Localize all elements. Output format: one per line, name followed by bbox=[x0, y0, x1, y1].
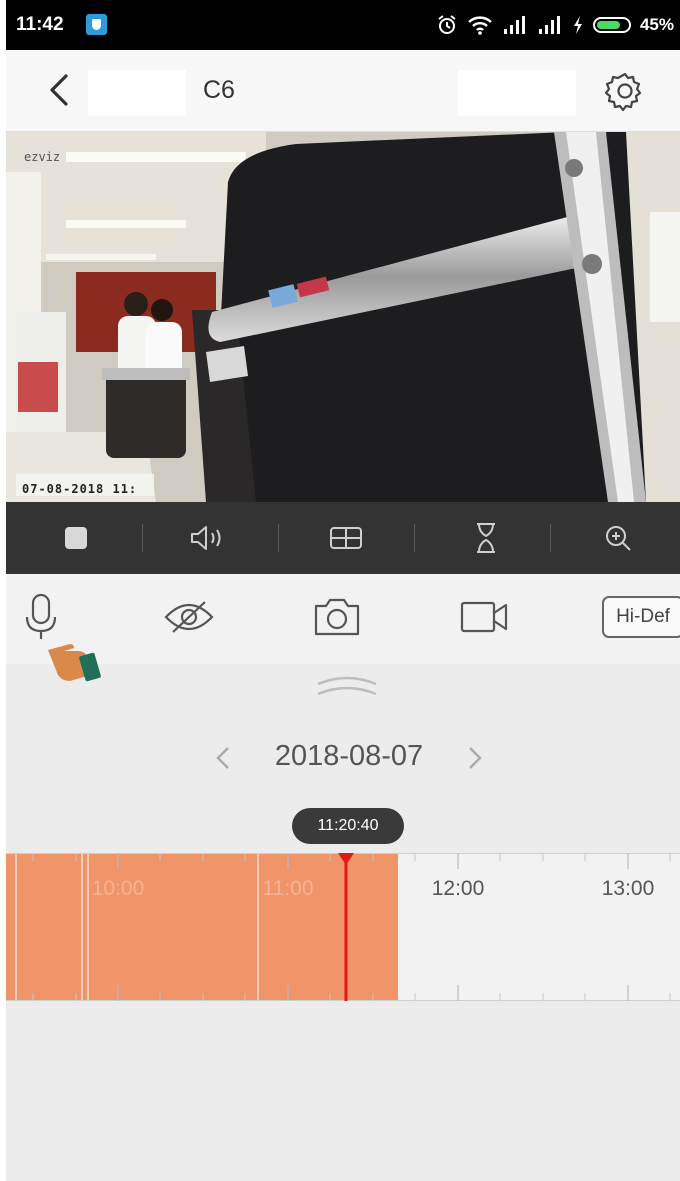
zoom-button[interactable] bbox=[596, 516, 640, 560]
charging-icon bbox=[573, 16, 582, 34]
player-toolbar bbox=[6, 502, 680, 574]
hour-label: 13:00 bbox=[602, 877, 655, 900]
gear-icon bbox=[604, 72, 642, 112]
pointing-hand-icon bbox=[48, 644, 101, 682]
signal-icon bbox=[538, 16, 560, 34]
hourglass-icon bbox=[477, 523, 495, 553]
live-video-view[interactable]: ezviz 07-08-2018 11: bbox=[6, 132, 680, 502]
hour-label: 11:00 bbox=[263, 877, 314, 900]
battery-icon bbox=[592, 17, 631, 33]
quality-button[interactable]: Hi-Def bbox=[602, 596, 680, 638]
battery-percent: 45% bbox=[639, 15, 674, 34]
video-timestamp: 07-08-2018 11: bbox=[22, 482, 138, 496]
camera-feed-image bbox=[6, 132, 680, 502]
redacted-area bbox=[88, 70, 186, 116]
privacy-button[interactable] bbox=[162, 590, 216, 644]
prev-date-button[interactable] bbox=[206, 740, 242, 776]
date-navigator: 2018-08-07 bbox=[6, 730, 680, 786]
app-screen: 11:42 45% C6 ezviz 07-08-2018 11: Hi-Def… bbox=[6, 0, 680, 1181]
battery-level bbox=[596, 21, 620, 29]
microphone-icon bbox=[25, 593, 57, 639]
zoom-in-icon bbox=[606, 526, 631, 551]
stop-icon bbox=[65, 527, 87, 549]
status-icons: 45% bbox=[436, 12, 674, 38]
snapshot-button[interactable] bbox=[310, 590, 364, 644]
double-chevron-up-icon bbox=[317, 676, 377, 696]
chevron-left-icon bbox=[50, 74, 68, 106]
chevron-right-icon bbox=[469, 747, 482, 769]
hour-label: 10:00 bbox=[92, 877, 145, 900]
playback-timeline[interactable]: 10:00 11:00 12:00 13:00 bbox=[6, 853, 680, 1001]
video-watermark: ezviz bbox=[24, 150, 61, 164]
toolbar-divider bbox=[414, 524, 415, 552]
toolbar-divider bbox=[278, 524, 279, 552]
camera-snapshot-icon bbox=[314, 598, 360, 636]
status-time: 11:42 bbox=[16, 14, 64, 35]
alarm-icon bbox=[438, 15, 456, 34]
wifi-icon bbox=[468, 16, 492, 35]
signal-icon bbox=[503, 16, 525, 34]
chevron-left-icon bbox=[216, 747, 229, 769]
settings-button[interactable] bbox=[602, 68, 648, 114]
redacted-area bbox=[458, 70, 576, 116]
audio-button[interactable] bbox=[186, 516, 230, 560]
split-view-icon bbox=[330, 527, 362, 549]
control-row: Hi-Def bbox=[6, 574, 680, 664]
toolbar-divider bbox=[550, 524, 551, 552]
speaker-icon bbox=[191, 526, 221, 550]
video-record-icon bbox=[460, 601, 508, 633]
split-view-button[interactable] bbox=[324, 516, 368, 560]
record-button[interactable] bbox=[458, 590, 512, 644]
hour-label: 12:00 bbox=[432, 877, 485, 900]
back-button[interactable] bbox=[36, 66, 84, 114]
flip-button[interactable] bbox=[464, 516, 508, 560]
page-title: C6 bbox=[203, 76, 235, 104]
timeline-track: 10:00 11:00 12:00 13:00 bbox=[6, 853, 680, 1001]
app-header: C6 bbox=[6, 50, 680, 132]
current-time-bubble: 11:20:40 bbox=[292, 808, 404, 844]
recorded-segment bbox=[6, 853, 398, 1001]
app-notification-icon bbox=[86, 14, 107, 35]
selected-date[interactable]: 2018-08-07 bbox=[264, 740, 434, 773]
expand-handle[interactable] bbox=[312, 670, 382, 700]
privacy-eye-off-icon bbox=[164, 601, 214, 633]
next-date-button[interactable] bbox=[456, 740, 492, 776]
toolbar-divider bbox=[142, 524, 143, 552]
status-bar: 11:42 45% bbox=[6, 0, 680, 50]
stop-button[interactable] bbox=[54, 516, 98, 560]
